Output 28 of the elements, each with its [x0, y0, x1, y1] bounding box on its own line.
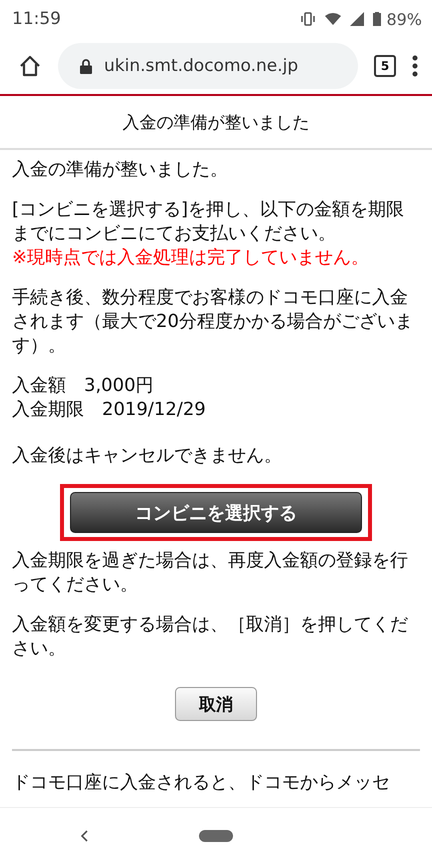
status-time: 11:59 [12, 9, 61, 29]
back-icon[interactable] [80, 830, 88, 842]
intro-text: 入金の準備が整いました。 [12, 158, 229, 182]
battery-level: 89% [386, 10, 422, 28]
more-icon[interactable] [412, 55, 418, 77]
wifi-icon [325, 12, 342, 26]
home-icon[interactable] [18, 54, 42, 78]
select-store-button[interactable]: コンビニを選択する [70, 492, 362, 533]
detail-value: 3,000円 [84, 374, 154, 398]
lock-icon [80, 58, 92, 74]
detail-label: 入金額 [12, 374, 66, 398]
battery-icon [373, 12, 382, 26]
cancel-note: 入金後はキャンセルできません。 [12, 444, 283, 468]
detail-value: 2019/12/29 [102, 398, 206, 422]
change-note: 入金額を変更する場合は、［取消］を押してください。 [12, 613, 409, 661]
detail-label: 入金期限 [12, 398, 84, 422]
footer-text: ドコモ口座に入金されると、ドコモからメッセ [12, 771, 391, 795]
tab-count[interactable]: 5 [374, 55, 396, 77]
vibrate-icon [300, 12, 316, 26]
note-text: 手続き後、数分程度でお客様のドコモ口座に入金されます（最大で20分程度かかる場合がございます）。 [12, 286, 414, 358]
cancel-button[interactable]: 取消 [175, 687, 257, 721]
address-bar[interactable]: ukin.smt.docomo.ne.jp [58, 43, 358, 89]
instruction-text: [コンビニを選択する]を押し、以下の金額を期限までにコンビニにてお支払いください。 [12, 198, 406, 246]
expired-note: 入金期限を過ぎた場合は、再度入金額の登録を行ってください。 [12, 549, 409, 597]
home-pill[interactable] [199, 830, 233, 842]
signal-icon [350, 12, 364, 26]
page-title: 入金の準備が整いました [122, 112, 310, 134]
warning-text: ※現時点では入金処理は完了していません。 [12, 246, 370, 270]
